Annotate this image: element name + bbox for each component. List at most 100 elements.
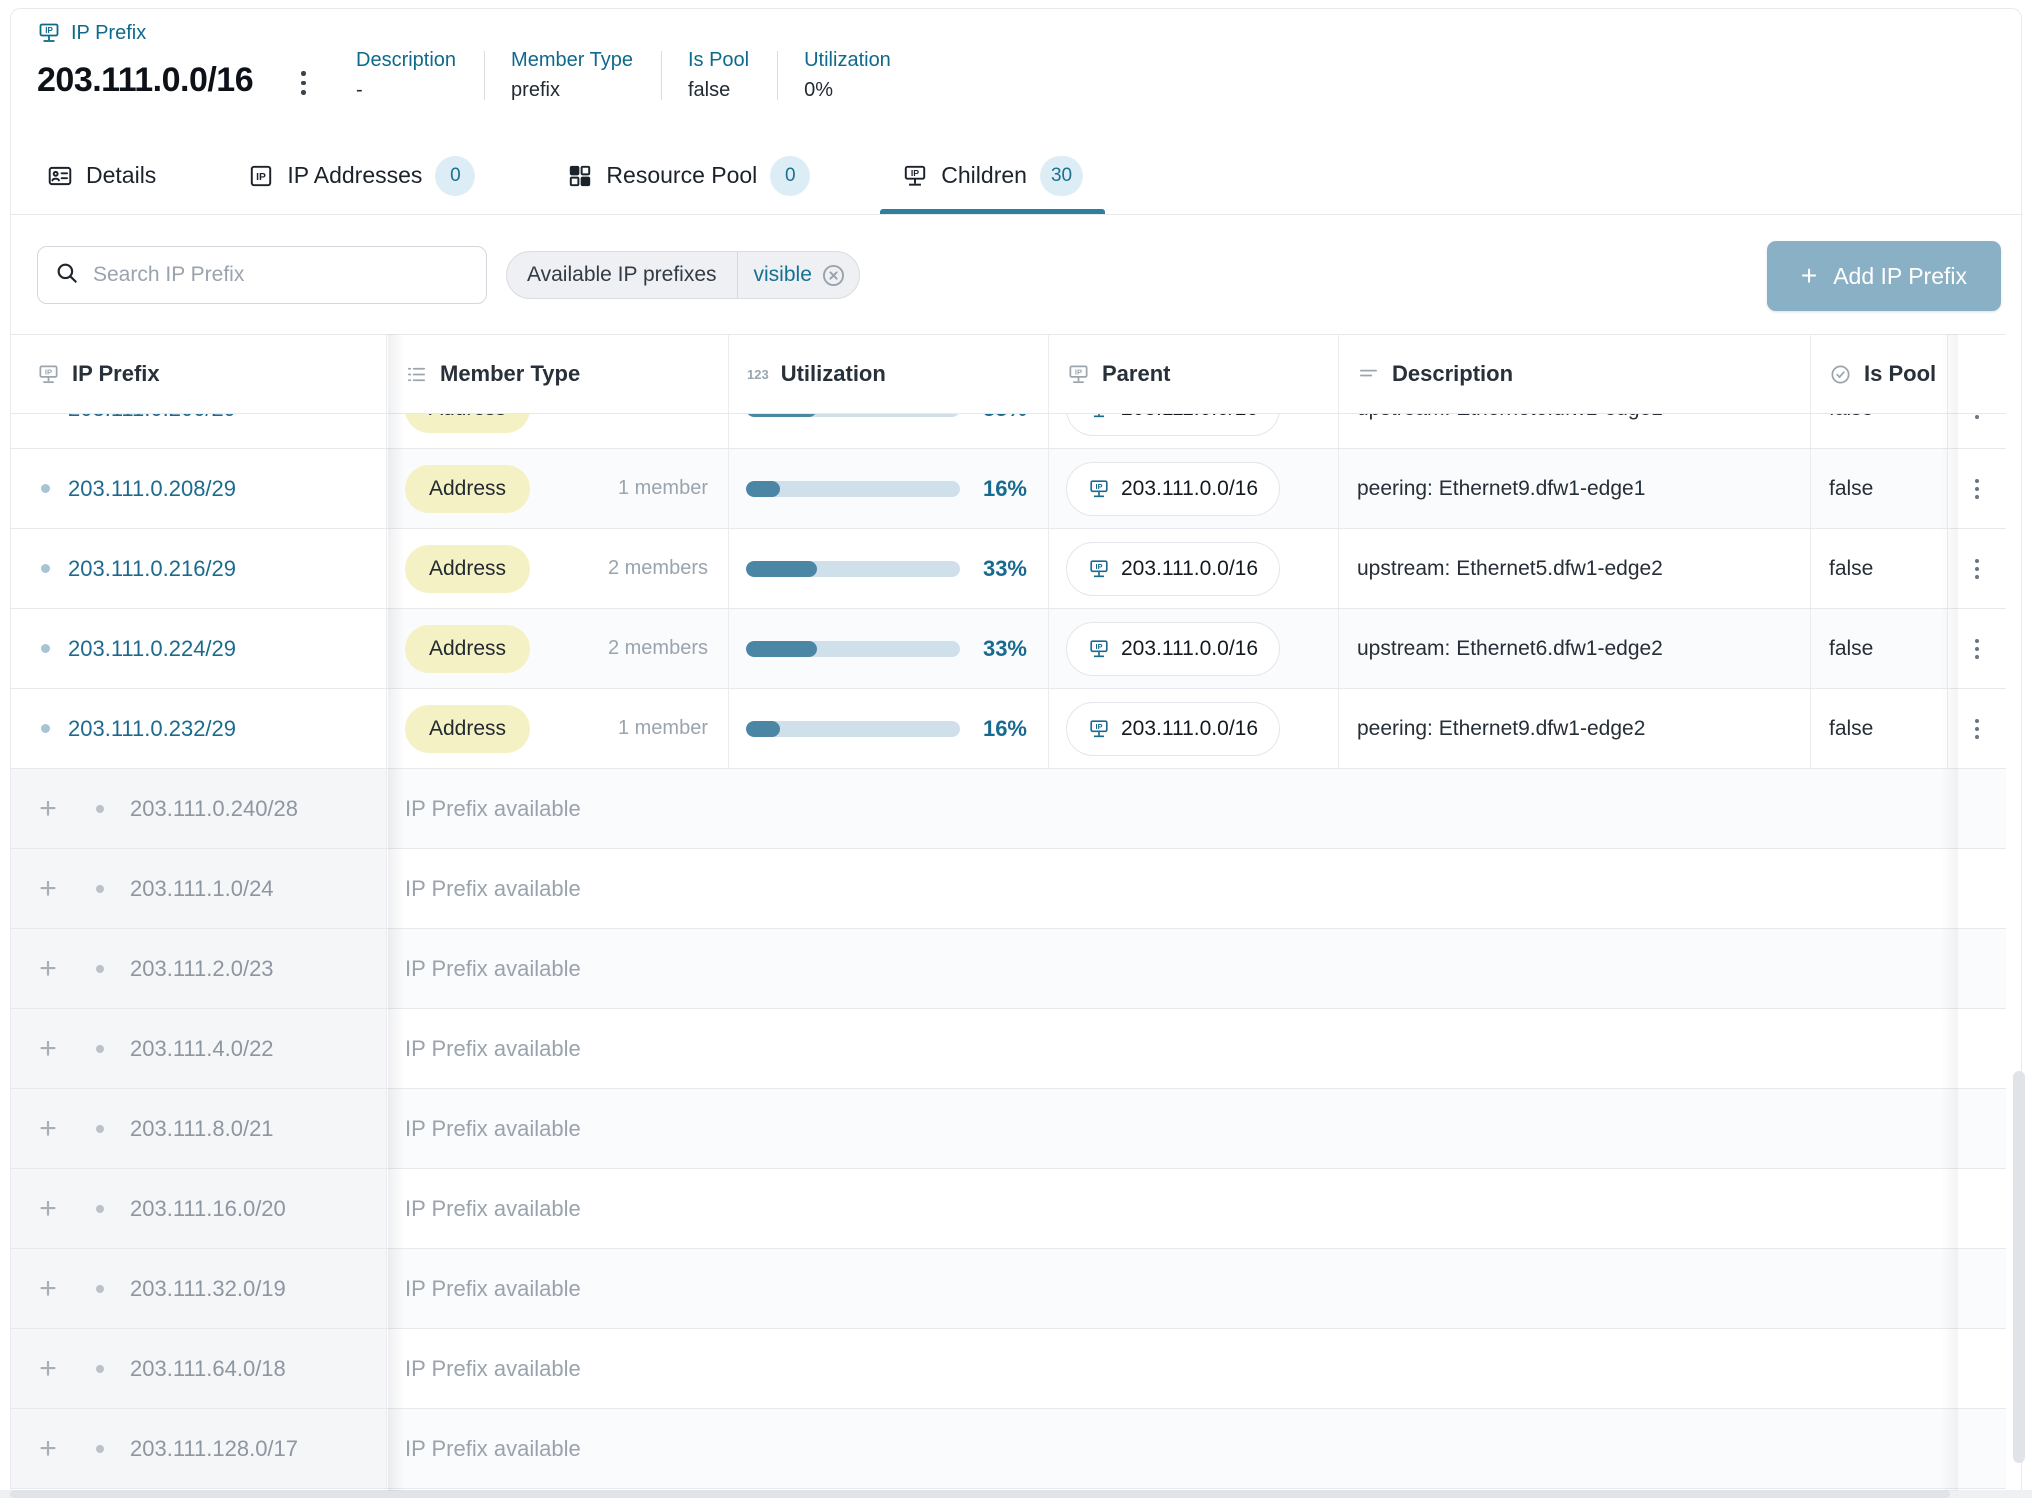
number-123-icon: 123	[747, 367, 769, 382]
ip-prefix-icon: IP	[37, 21, 61, 45]
available-status-cell: IP Prefix available	[387, 1089, 2006, 1168]
tab-children[interactable]: IP Children 30	[880, 137, 1105, 214]
parent-prefix-label: 203.111.0.0/16	[1121, 637, 1258, 661]
available-prefix-row: + 203.111.8.0/21 IP Prefix available	[11, 1089, 2006, 1169]
ip-prefix-link[interactable]: 203.111.0.216/29	[68, 556, 236, 582]
tab-details[interactable]: Details	[25, 137, 178, 214]
add-ip-prefix-button[interactable]: + Add IP Prefix	[1767, 241, 2001, 311]
svg-text:IP: IP	[911, 168, 919, 178]
available-prefix-row: + 203.111.2.0/23 IP Prefix available	[11, 929, 2006, 1009]
tab-count-badge: 30	[1040, 156, 1083, 196]
column-label: Description	[1392, 361, 1513, 387]
add-plus-icon[interactable]: +	[35, 794, 61, 824]
svg-text:IP: IP	[1075, 367, 1082, 376]
remove-filter-icon[interactable]	[820, 262, 847, 289]
table-row: 203.111.0.224/29 Address 2 members 33% I…	[11, 609, 2006, 689]
row-actions-cell	[1948, 449, 2006, 528]
utilization-cell: 33%	[729, 609, 1049, 688]
ip-square-icon: IP	[248, 163, 274, 189]
available-prefix-cell: + 203.111.32.0/19	[11, 1249, 387, 1328]
column-header-utilization[interactable]: 123 Utilization	[729, 335, 1049, 413]
search-input[interactable]	[93, 263, 470, 287]
available-prefix-row: + 203.111.64.0/18 IP Prefix available	[11, 1329, 2006, 1409]
svg-text:IP: IP	[45, 367, 52, 376]
stat-label: Is Pool	[688, 49, 749, 72]
available-prefix-label: 203.111.128.0/17	[130, 1436, 298, 1462]
member-count: 2 members	[608, 637, 708, 660]
add-plus-icon[interactable]: +	[35, 1194, 61, 1224]
tab-resource-pool[interactable]: Resource Pool0	[545, 137, 832, 214]
available-prefix-cell: + 203.111.4.0/22	[11, 1009, 387, 1088]
ip-prefix-icon: IP	[1067, 363, 1090, 386]
ip-prefix-link[interactable]: 203.111.0.208/29	[68, 476, 236, 502]
available-prefix-cell: + 203.111.0.240/28	[11, 769, 387, 848]
add-plus-icon[interactable]: +	[35, 1434, 61, 1464]
column-header-ip-prefix[interactable]: IP IP Prefix	[11, 335, 387, 413]
is-pool-cell: false	[1811, 689, 1948, 768]
add-plus-icon[interactable]: +	[35, 1034, 61, 1064]
add-plus-icon[interactable]: +	[35, 1354, 61, 1384]
column-label: Parent	[1102, 361, 1170, 387]
column-header-description[interactable]: Description	[1339, 335, 1811, 413]
utilization-cell: 16%	[729, 449, 1049, 528]
available-prefix-label: 203.111.64.0/18	[130, 1356, 286, 1382]
ip-prefix-link[interactable]: 203.111.0.224/29	[68, 636, 236, 662]
horizontal-scrollbar-track	[0, 1490, 2032, 1498]
page-title: 203.111.0.0/16	[37, 49, 253, 111]
ip-prefix-link[interactable]: 203.111.0.232/29	[68, 716, 236, 742]
horizontal-scrollbar[interactable]	[10, 1490, 1950, 1498]
parent-prefix-chip[interactable]: IP 203.111.0.0/16	[1066, 542, 1280, 596]
column-header-parent[interactable]: IP Parent	[1049, 335, 1339, 413]
column-header-is-pool[interactable]: Is Pool	[1811, 335, 1948, 413]
ip-prefix-icon: IP	[1088, 718, 1110, 740]
prefix-dot-icon	[96, 965, 104, 973]
available-prefix-label: 203.111.16.0/20	[130, 1196, 286, 1222]
plus-icon: +	[1801, 262, 1817, 290]
ip-prefix-icon: IP	[1088, 558, 1110, 580]
tab-count-badge: 0	[770, 156, 810, 196]
available-prefix-cell: + 203.111.128.0/17	[11, 1409, 387, 1488]
member-type-badge: Address	[405, 545, 530, 593]
breadcrumb[interactable]: IP IP Prefix	[37, 21, 146, 45]
row-kebab-menu[interactable]	[1967, 551, 1987, 587]
ip-prefix-icon: IP	[1088, 638, 1110, 660]
available-status-cell: IP Prefix available	[387, 929, 2006, 1008]
tab-label: Children	[941, 162, 1027, 189]
prefix-dot-icon	[96, 805, 104, 813]
column-label: IP Prefix	[72, 361, 160, 387]
ip-prefix-icon: IP	[1088, 478, 1110, 500]
member-count: 2 members	[608, 557, 708, 580]
search-input-wrapper	[37, 246, 487, 304]
description-cell: upstream: Ethernet5.dfw1-edge2	[1339, 529, 1811, 608]
tab-ip-addresses[interactable]: IPIP Addresses0	[226, 137, 497, 214]
stat-is-pool: Is Poolfalse	[688, 47, 777, 104]
utilization-bar-fill	[746, 481, 780, 497]
add-plus-icon[interactable]: +	[35, 1274, 61, 1304]
parent-prefix-chip[interactable]: IP 203.111.0.0/16	[1066, 702, 1280, 756]
add-plus-icon[interactable]: +	[35, 874, 61, 904]
stat-label: Description	[356, 49, 456, 72]
parent-prefix-chip[interactable]: IP 203.111.0.0/16	[1066, 462, 1280, 516]
parent-prefix-chip[interactable]: IP 203.111.0.0/16	[1066, 622, 1280, 676]
available-prefix-row: + 203.111.4.0/22 IP Prefix available	[11, 1009, 2006, 1089]
available-prefix-cell: + 203.111.8.0/21	[11, 1089, 387, 1168]
stat-divider	[661, 51, 662, 100]
available-prefix-label: 203.111.0.240/28	[130, 796, 298, 822]
title-kebab-menu[interactable]	[295, 63, 312, 103]
app-window: IP IP Prefix 203.111.0.0/16 Description-…	[10, 8, 2022, 1498]
available-status-cell: IP Prefix available	[387, 1249, 2006, 1328]
row-kebab-menu[interactable]	[1967, 471, 1987, 507]
add-plus-icon[interactable]: +	[35, 954, 61, 984]
utilization-percent: 16%	[983, 716, 1027, 742]
prefix-dot-icon	[96, 1445, 104, 1453]
available-prefix-label: 203.111.8.0/21	[130, 1116, 274, 1142]
stat-value: 0%	[804, 79, 891, 102]
row-kebab-menu[interactable]	[1967, 631, 1987, 667]
vertical-scrollbar[interactable]	[2013, 1071, 2025, 1463]
stat-value: prefix	[511, 79, 633, 102]
row-kebab-menu[interactable]	[1967, 711, 1987, 747]
filter-chip[interactable]: Available IP prefixes visible	[506, 251, 860, 299]
column-header-member-type[interactable]: Member Type	[387, 335, 729, 413]
add-plus-icon[interactable]: +	[35, 1114, 61, 1144]
utilization-bar-fill	[746, 641, 817, 657]
